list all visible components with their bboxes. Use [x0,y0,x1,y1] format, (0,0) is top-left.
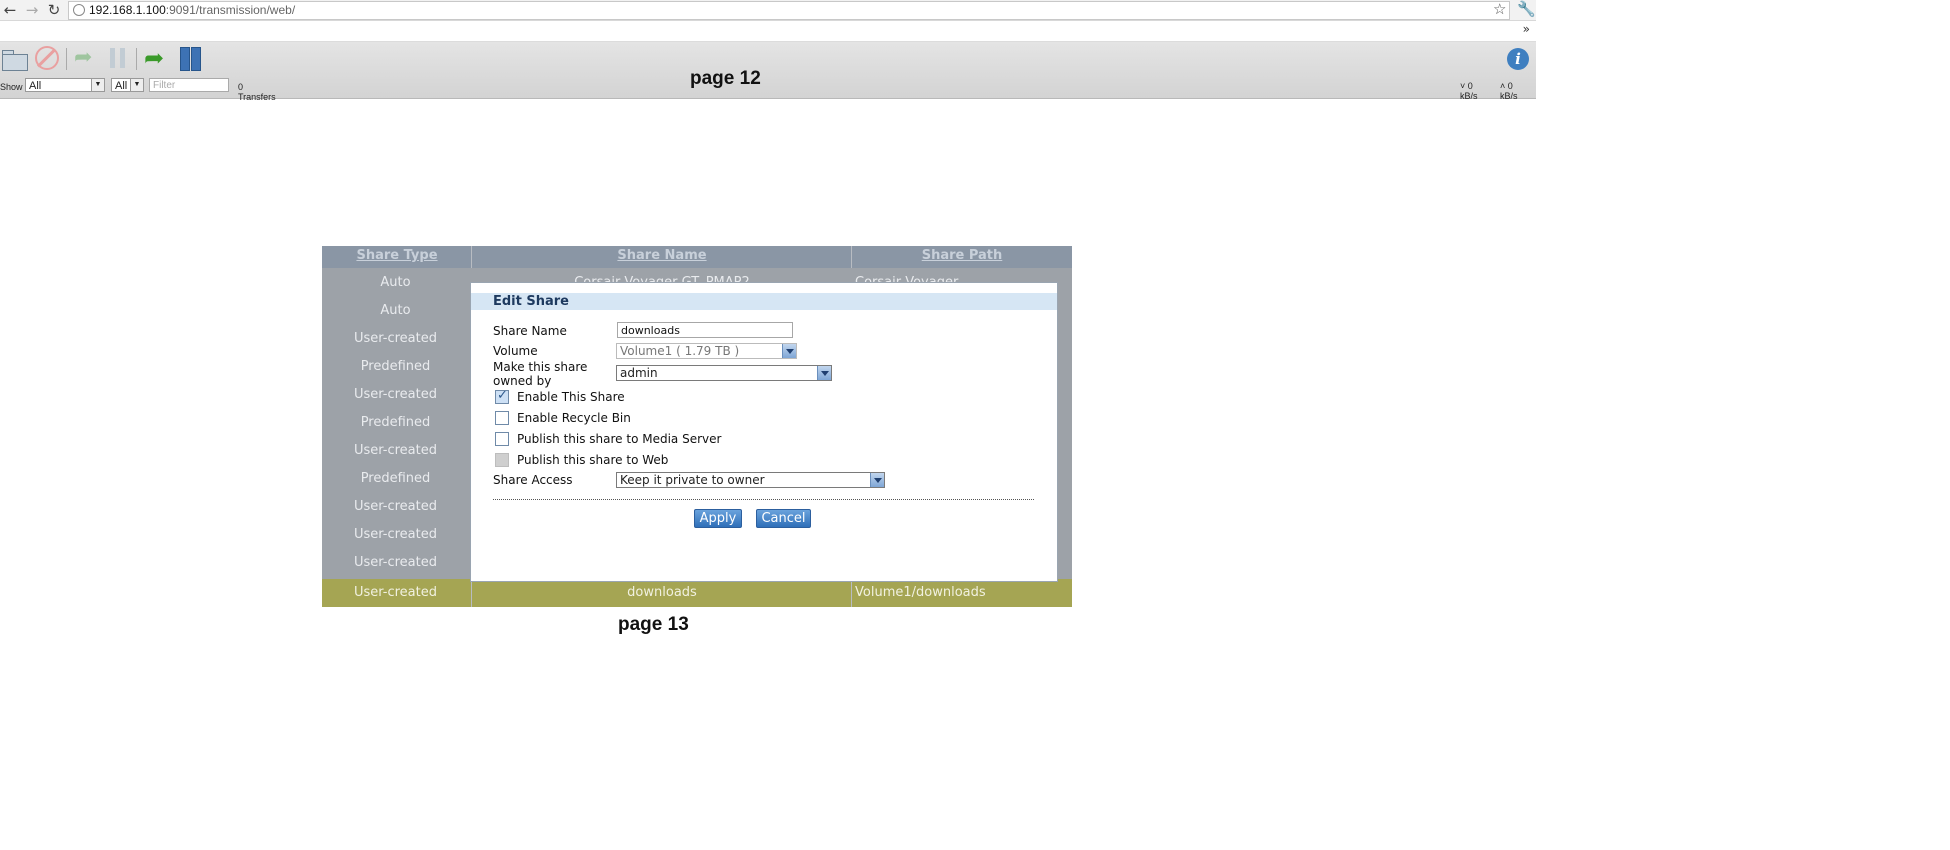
toolbar-divider [136,48,137,70]
share-type-cell[interactable]: User-created [322,555,469,570]
transfer-count: 0 Transfers [238,82,276,102]
volume-value: Volume1 ( 1.79 TB ) [620,344,740,358]
cancel-button[interactable]: Cancel [756,509,811,528]
url-text: 192.168.1.100:9091/transmission/web/ [89,2,295,19]
media-server-checkbox[interactable] [495,432,509,446]
bookmarks-more-icon[interactable]: » [1523,22,1530,36]
column-divider [471,246,472,268]
owner-value: admin [620,366,658,380]
owner-label-line1: Make this share [493,360,588,374]
page-label-top: page 12 [690,68,761,89]
recycle-bin-label: Enable Recycle Bin [517,411,631,425]
chevron-down-icon [782,344,796,358]
volume-label: Volume [493,344,538,358]
page-info-icon [73,4,85,16]
reload-icon[interactable]: ↻ [45,1,63,19]
enable-share-checkbox[interactable] [495,388,509,404]
chevron-down-icon [870,473,884,487]
pause-icon[interactable] [106,45,132,71]
apply-button[interactable]: Apply [694,509,742,528]
chevron-down-icon [817,366,831,380]
header-share-name[interactable]: Share Name [472,246,852,268]
share-type-cell[interactable]: User-created [322,331,469,346]
column-divider [851,579,852,607]
column-divider [471,579,472,607]
share-type-cell[interactable]: Predefined [322,415,469,430]
media-server-label: Publish this share to Media Server [517,432,722,446]
share-name-input[interactable]: downloads [617,322,793,338]
owner-select[interactable]: admin [616,365,832,381]
edit-share-dialog: Edit Share Share Name downloads Volume V… [470,282,1058,582]
chevron-down-icon: ▼ [91,79,104,91]
share-type-cell[interactable]: User-created [322,443,469,458]
share-type-cell[interactable]: Predefined [322,359,469,374]
tracker-filter-value: All [115,80,128,92]
owner-label-line2: owned by [493,374,552,388]
share-access-value: Keep it private to owner [620,473,765,487]
enable-share-label: Enable This Share [517,390,625,404]
publish-web-label: Publish this share to Web [517,453,669,467]
remove-icon[interactable] [34,45,60,71]
share-access-label: Share Access [493,473,573,487]
tracker-filter-select[interactable]: All ▼ [111,78,144,92]
back-arrow-icon[interactable]: ← [1,1,19,19]
wrench-icon[interactable]: 🔧 [1517,0,1536,18]
state-filter-value: All [29,80,42,92]
bookmarks-bar: » [0,21,1536,42]
forward-arrow-icon[interactable]: → [23,1,41,19]
download-speed: ˅ 0 kB/s [1460,81,1478,101]
share-type-cell[interactable]: Auto [322,303,469,318]
dialog-divider [493,499,1034,500]
upload-speed-value: 0 kB/s [1500,81,1518,101]
resume-icon[interactable]: ➦ [74,45,100,71]
url-path: :9091/transmission/web/ [165,3,296,17]
share-type-cell[interactable]: User-created [322,387,469,402]
download-speed-value: 0 kB/s [1460,81,1478,101]
toolbar-divider [66,48,67,70]
share-type-cell[interactable]: User-created [322,499,469,514]
bookmark-star-icon[interactable]: ☆ [1493,0,1506,18]
share-type-cell[interactable]: Predefined [322,471,469,486]
share-type-cell[interactable]: Auto [322,275,469,290]
share-name-label: Share Name [493,324,567,338]
share-type-cell[interactable]: User-created [322,527,469,542]
chevron-down-icon: ▼ [130,79,143,91]
info-icon[interactable]: i [1507,48,1529,70]
selected-share-path: Volume1/downloads [855,585,986,600]
show-label: Show [0,82,23,92]
share-access-select[interactable]: Keep it private to owner [616,472,885,488]
page-label-bottom: page 13 [618,614,689,635]
url-field[interactable]: 192.168.1.100:9091/transmission/web/ [68,1,1510,20]
selected-share-type[interactable]: User-created [322,585,469,600]
column-divider [851,246,852,268]
transmission-toolbar: ➦ ➦ i [0,42,1536,99]
url-host: 192.168.1.100 [89,3,166,17]
selected-share-name[interactable]: downloads [472,585,852,600]
pause-all-icon[interactable] [178,45,204,71]
recycle-bin-checkbox[interactable] [495,411,509,425]
open-folder-icon[interactable] [2,45,28,71]
header-share-type[interactable]: Share Type [322,246,472,268]
resume-all-icon[interactable]: ➦ [144,45,170,71]
publish-web-checkbox [495,453,509,467]
upload-speed: ˄ 0 kB/s [1500,81,1518,101]
state-filter-select[interactable]: All ▼ [25,78,105,92]
header-share-path[interactable]: Share Path [852,246,1072,268]
browser-address-bar: ← → ↻ 192.168.1.100:9091/transmission/we… [0,0,1536,21]
filter-input[interactable]: Filter [149,78,229,92]
volume-select[interactable]: Volume1 ( 1.79 TB ) [616,343,797,359]
dialog-title: Edit Share [471,293,1057,310]
